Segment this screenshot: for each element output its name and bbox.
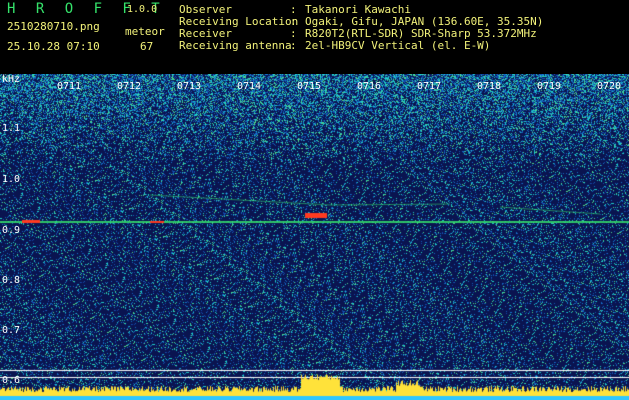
y-tick-label: 0.8 <box>2 275 21 286</box>
y-unit-label: kHz <box>2 74 21 85</box>
y-tick-label: 0.9 <box>2 225 21 236</box>
time-tick-label: 0713 <box>177 81 202 92</box>
time-tick-label: 0716 <box>357 81 382 92</box>
spectrogram-canvas <box>0 74 629 400</box>
time-tick-label: 0718 <box>477 81 502 92</box>
y-tick-label: 0.7 <box>2 325 21 336</box>
time-tick-label: 0712 <box>117 81 142 92</box>
time-tick-label: 0714 <box>237 81 262 92</box>
y-tick-label: 1.1 <box>2 123 21 134</box>
datetime-label: 25.10.28 07:10 <box>7 40 100 53</box>
header-panel: H R O F F T 1.0.0 2510280710.png 25.10.2… <box>0 0 629 74</box>
antenna-value: 2el-HB9CV Vertical (el. E-W) <box>305 39 491 52</box>
antenna-key: Receiving antenna <box>179 39 292 52</box>
app-version: 1.0.0 <box>127 4 158 15</box>
time-tick-label: 0711 <box>57 81 82 92</box>
meteor-label: meteor <box>125 25 165 38</box>
time-tick-label: 0720 <box>597 81 622 92</box>
time-tick-label: 0719 <box>537 81 562 92</box>
y-tick-label: 1.0 <box>2 174 21 185</box>
y-tick-label: 0.6 <box>2 375 21 386</box>
antenna-colon: : <box>290 39 297 52</box>
time-tick-label: 0717 <box>417 81 442 92</box>
filename-label: 2510280710.png <box>7 20 100 33</box>
meteor-count: 67 <box>140 40 154 53</box>
time-tick-label: 0715 <box>297 81 322 92</box>
